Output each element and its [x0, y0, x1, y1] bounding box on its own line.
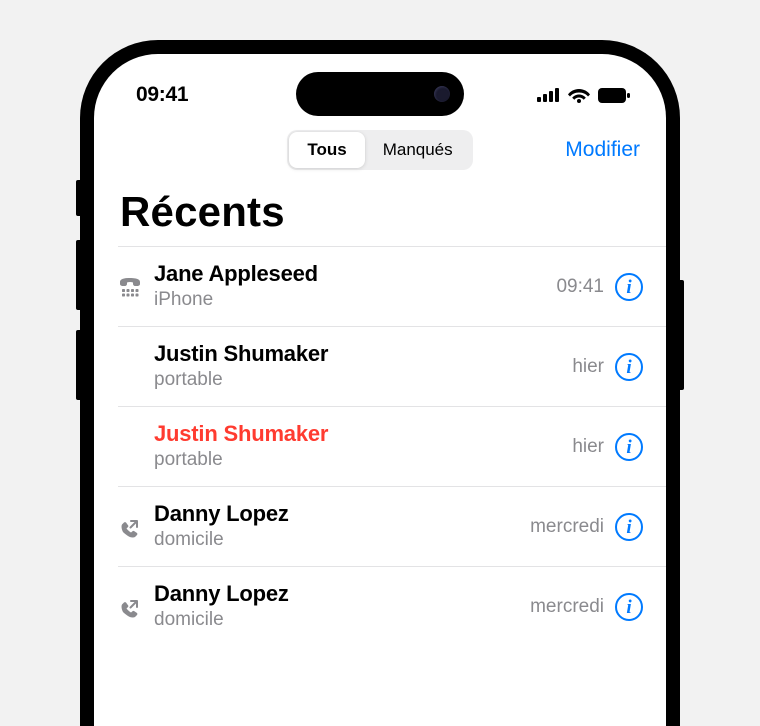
- svg-text:i: i: [626, 597, 632, 618]
- call-name: Danny Lopez: [154, 500, 530, 528]
- cellular-icon: [537, 88, 560, 102]
- svg-text:i: i: [626, 437, 632, 458]
- tab-all[interactable]: Tous: [289, 132, 364, 168]
- outgoing-call-icon: [118, 598, 140, 620]
- battery-icon: [598, 88, 630, 103]
- call-label: domicile: [154, 608, 530, 633]
- svg-text:i: i: [626, 357, 632, 378]
- page-title: Récents: [94, 178, 666, 246]
- segmented-control: Tous Manqués: [287, 130, 472, 170]
- call-row[interactable]: Jane Appleseed iPhone 09:41 i: [118, 246, 666, 326]
- call-name: Justin Shumaker: [154, 340, 572, 368]
- edit-button[interactable]: Modifier: [565, 138, 640, 162]
- call-time: 09:41: [556, 276, 604, 298]
- tab-missed[interactable]: Manqués: [365, 132, 471, 168]
- call-time: mercredi: [530, 516, 604, 538]
- call-row[interactable]: Danny Lopez domicile mercredi i: [118, 486, 666, 566]
- call-name: Jane Appleseed: [154, 260, 556, 288]
- info-button[interactable]: i: [614, 592, 644, 622]
- status-icons: [537, 87, 630, 103]
- phone-screen: 09:41: [94, 54, 666, 726]
- status-time: 09:41: [136, 83, 188, 107]
- outgoing-call-icon: [118, 518, 140, 540]
- info-button[interactable]: i: [614, 432, 644, 462]
- info-button[interactable]: i: [614, 512, 644, 542]
- call-label: iPhone: [154, 288, 556, 313]
- wifi-icon: [568, 87, 590, 103]
- tty-icon: [118, 278, 142, 300]
- info-button[interactable]: i: [614, 272, 644, 302]
- svg-text:i: i: [626, 517, 632, 538]
- call-label: portable: [154, 448, 572, 473]
- call-row[interactable]: Justin Shumaker portable hier i: [118, 406, 666, 486]
- call-list: Jane Appleseed iPhone 09:41 i Justin Shu…: [94, 246, 666, 646]
- call-name: Danny Lopez: [154, 580, 530, 608]
- page-container: 09:41: [0, 0, 760, 726]
- call-time: mercredi: [530, 596, 604, 618]
- nav-bar: Tous Manqués Modifier: [94, 122, 666, 178]
- call-time: hier: [572, 436, 604, 458]
- call-label: portable: [154, 368, 572, 393]
- call-time: hier: [572, 356, 604, 378]
- dynamic-island: [296, 72, 464, 116]
- info-button[interactable]: i: [614, 352, 644, 382]
- call-row[interactable]: Danny Lopez domicile mercredi i: [118, 566, 666, 646]
- phone-frame: 09:41: [80, 40, 680, 726]
- call-row[interactable]: Justin Shumaker portable hier i: [118, 326, 666, 406]
- svg-text:i: i: [626, 277, 632, 298]
- camera-dot: [434, 86, 450, 102]
- call-name-missed: Justin Shumaker: [154, 420, 572, 448]
- call-label: domicile: [154, 528, 530, 553]
